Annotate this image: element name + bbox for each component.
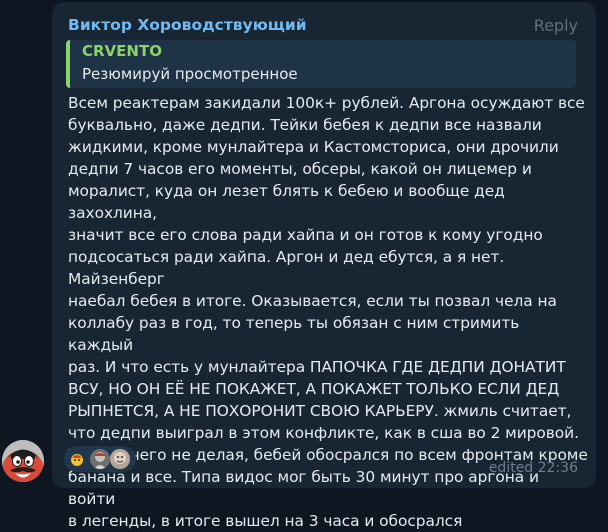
message-line: что дедпи выиграл в этом конфликте, как …: [68, 424, 579, 442]
reactions-pill[interactable]: [64, 446, 136, 472]
message-line: коллабу раз в год, то теперь ты обязан с…: [68, 314, 520, 354]
quote-accent-bar: [66, 40, 70, 88]
message-line: РЫПНЕТСЯ, А НЕ ПОХОРОНИТ СВОЮ КАРЬЕРУ. ж…: [68, 402, 572, 420]
message-line: моралист, куда он лезет блять к бебею и …: [68, 182, 505, 222]
reaction-emoji-icon: [69, 451, 85, 467]
message-line: банана и все. Типа видос мог быть 30 мин…: [68, 468, 539, 508]
reply-button[interactable]: Reply: [534, 16, 578, 35]
sender-avatar[interactable]: [2, 440, 44, 482]
message-line: подсосаться ради хайпа. Аргон и дед ебут…: [68, 248, 505, 288]
cartoon-face-icon: [2, 440, 44, 482]
sender-name[interactable]: Виктор Хороводствующий: [68, 16, 307, 34]
message-line: буквально, даже дедпи. Тейки бебея к дед…: [68, 116, 542, 134]
quote-author: CRVENTO: [82, 42, 162, 60]
message-bubble[interactable]: Виктор Хороводствующий Reply CRVENTO Рез…: [52, 2, 596, 530]
quoted-message[interactable]: CRVENTO Резюмируй просмотренное: [66, 40, 576, 88]
quote-text: Резюмируй просмотренное: [82, 65, 298, 83]
reactor-avatar-2: [110, 449, 130, 469]
message-line: дедпи 7 часов его моменты, обсеры, какой…: [68, 160, 532, 178]
message-line: в легенды, в итоге вышел на 3 часа и обо…: [68, 512, 463, 530]
message-line: наебал бебея в итоге. Оказывается, если …: [68, 292, 557, 310]
message-line: жидкими, кроме мунлайтера и Кастомсторис…: [68, 138, 559, 156]
message-line: раз. И что есть у мунлайтера ПАПОЧКА ГДЕ…: [68, 358, 566, 376]
reactor-avatar-1: [90, 449, 110, 469]
message-line: Всем реактерам закидали 100к+ рублей. Ар…: [68, 94, 585, 112]
message-line: значит все его слова ради хайпа и он гот…: [68, 226, 543, 244]
message-line: ВСУ, НО ОН ЕЁ НЕ ПОКАЖЕТ, А ПОКАЖЕТ ТОЛЬ…: [68, 380, 560, 398]
edited-timestamp: edited 22:36: [488, 460, 578, 476]
